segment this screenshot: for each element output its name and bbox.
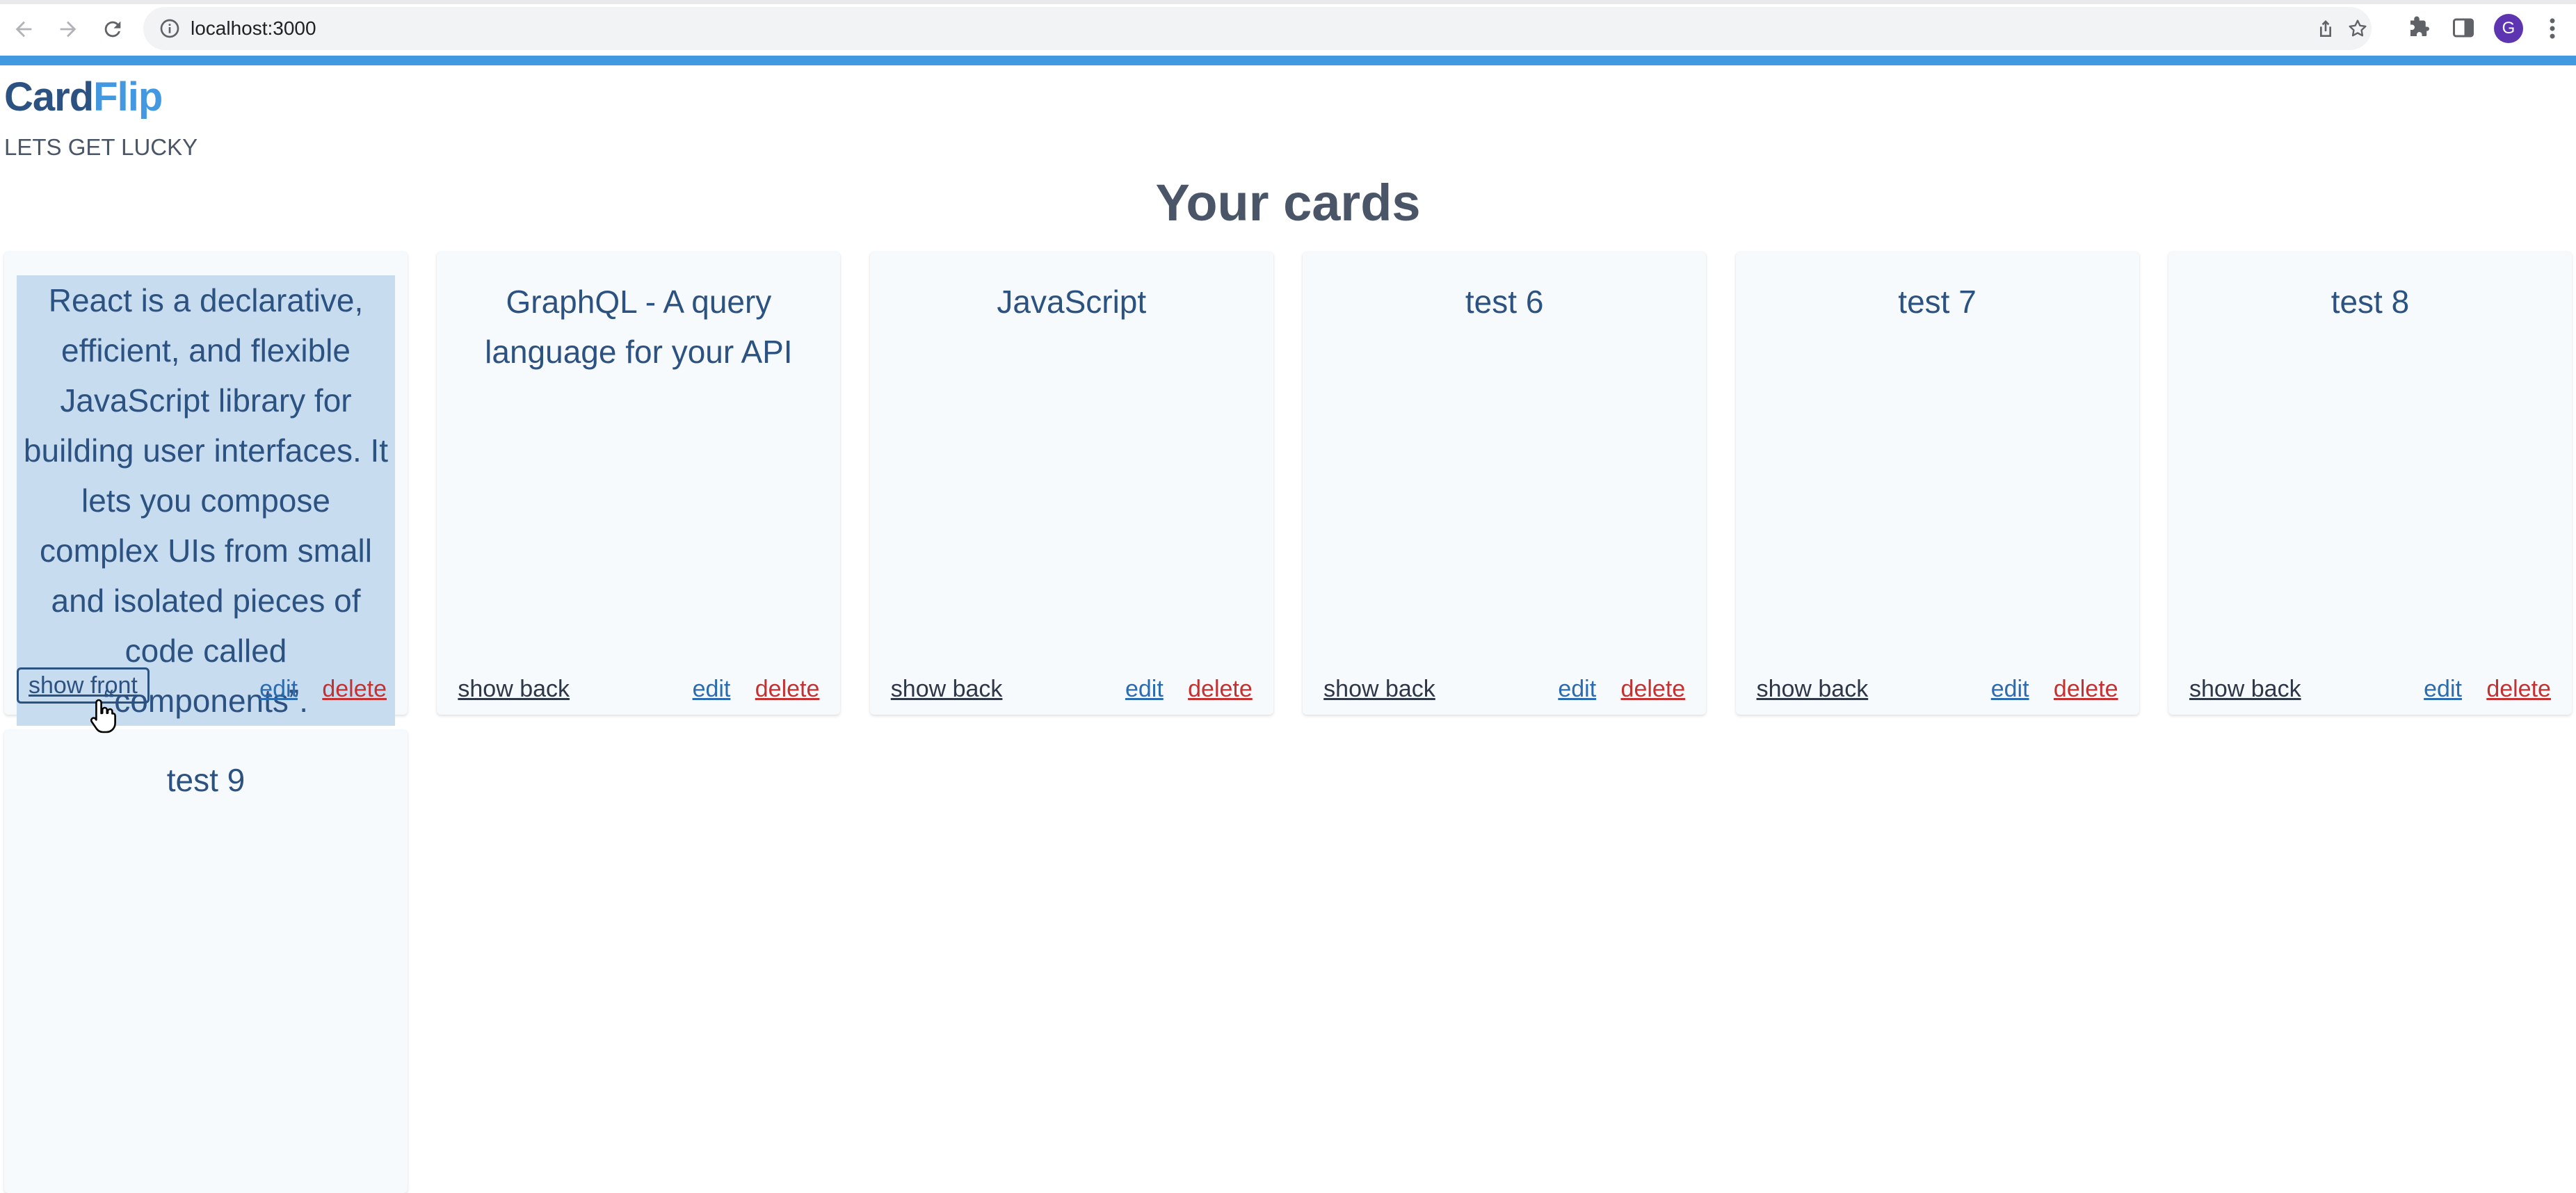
card-text: test 8 bbox=[2331, 284, 2410, 320]
url-text: localhost:3000 bbox=[191, 17, 316, 39]
card: React is a declarative, efficient, and f… bbox=[4, 252, 408, 726]
brand-part-flip: Flip bbox=[93, 74, 163, 120]
card-grid: React is a declarative, efficient, and f… bbox=[4, 252, 2572, 1193]
hand-pointer-icon bbox=[90, 699, 116, 733]
card-actions: show back edit delete bbox=[1323, 674, 1685, 709]
arrow-left-icon bbox=[15, 21, 32, 38]
show-back-button[interactable]: show back bbox=[891, 674, 1003, 704]
show-back-button[interactable]: show back bbox=[1757, 674, 1869, 704]
card: GraphQL - A query language for your API … bbox=[437, 252, 841, 715]
reload-button[interactable] bbox=[96, 13, 129, 46]
delete-button[interactable]: delete bbox=[2486, 674, 2551, 704]
card-text: test 6 bbox=[1465, 284, 1544, 320]
edit-button[interactable]: edit bbox=[1125, 674, 1164, 704]
card-text: JavaScript bbox=[997, 284, 1147, 320]
card: test 6 show back edit delete bbox=[1303, 252, 1707, 715]
star-icon[interactable] bbox=[2346, 17, 2369, 40]
back-button[interactable] bbox=[7, 13, 40, 46]
tagline: LETS GET LUCKY bbox=[4, 134, 198, 160]
card-actions: show back edit delete bbox=[458, 674, 819, 709]
show-front-button[interactable]: show front bbox=[17, 667, 150, 704]
card-actions: show front edit delete bbox=[17, 667, 387, 709]
card: test 7 show back edit delete bbox=[1735, 252, 2139, 715]
info-icon[interactable] bbox=[159, 17, 181, 40]
card: test 9 bbox=[4, 730, 408, 1193]
show-back-button[interactable]: show back bbox=[2189, 674, 2301, 704]
extensions-icon[interactable] bbox=[2406, 15, 2431, 40]
reload-icon bbox=[104, 21, 121, 38]
edit-button[interactable]: edit bbox=[1991, 674, 2029, 704]
address-bar[interactable]: localhost:3000 bbox=[143, 7, 2372, 50]
show-back-button[interactable]: show back bbox=[458, 674, 570, 704]
card-text: test 7 bbox=[1898, 284, 1977, 320]
brand-logo: CardFlip bbox=[4, 72, 163, 122]
card-text: GraphQL - A query language for your API bbox=[485, 284, 793, 370]
side-panel-icon[interactable] bbox=[2451, 15, 2476, 40]
edit-button[interactable]: edit bbox=[2424, 674, 2462, 704]
browser-chrome: localhost:3000 G bbox=[0, 0, 2576, 56]
delete-button[interactable]: delete bbox=[1188, 674, 1253, 704]
delete-button[interactable]: delete bbox=[322, 674, 387, 704]
more-options-icon[interactable] bbox=[2545, 15, 2559, 42]
delete-button[interactable]: delete bbox=[2054, 674, 2118, 704]
page-title: Your cards bbox=[1155, 174, 1421, 232]
card-actions: show back edit delete bbox=[891, 674, 1253, 709]
share-icon[interactable] bbox=[2315, 17, 2337, 40]
arrow-right-icon bbox=[60, 21, 77, 38]
edit-button[interactable]: edit bbox=[1558, 674, 1596, 704]
card: test 8 show back edit delete bbox=[2168, 252, 2572, 715]
accent-bar bbox=[0, 56, 2576, 65]
card-text: React is a declarative, efficient, and f… bbox=[17, 275, 395, 726]
card-text: test 9 bbox=[166, 762, 245, 798]
profile-avatar[interactable]: G bbox=[2494, 14, 2523, 43]
avatar-letter: G bbox=[2502, 19, 2515, 38]
edit-button[interactable]: edit bbox=[259, 674, 298, 704]
edit-button[interactable]: edit bbox=[693, 674, 731, 704]
card-actions: show back edit delete bbox=[1757, 674, 2118, 709]
tab-strip-edge bbox=[0, 0, 2576, 4]
card-actions: show back edit delete bbox=[2189, 674, 2551, 709]
delete-button[interactable]: delete bbox=[1621, 674, 1686, 704]
show-back-button[interactable]: show back bbox=[1323, 674, 1435, 704]
brand-part-card: Card bbox=[4, 74, 94, 120]
card: JavaScript show back edit delete bbox=[869, 252, 1273, 715]
delete-button[interactable]: delete bbox=[755, 674, 820, 704]
forward-button[interactable] bbox=[51, 13, 85, 46]
